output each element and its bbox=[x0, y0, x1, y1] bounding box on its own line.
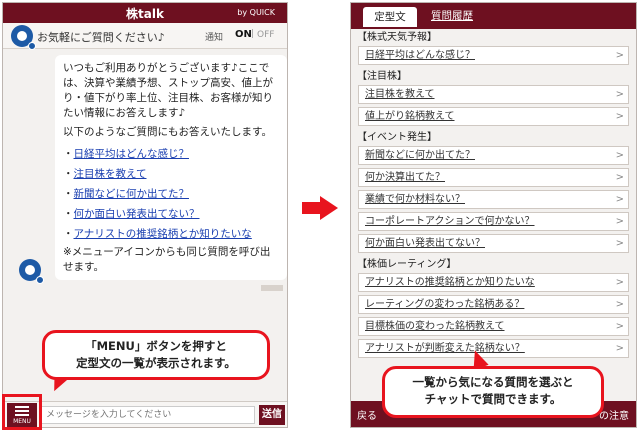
chevron-right-icon: > bbox=[615, 172, 624, 183]
question-list: 【株式天気予報】 日経平均はどんな感じ？ > 【注目株】 注目株を教えて > 値上が… bbox=[351, 29, 636, 361]
suggested-questions: ・日経平均はどんな感じ？ ・注目株を教えて ・新聞などに何か出てた？ ・何か面白… bbox=[63, 144, 279, 244]
list-item: ・アナリストの推奨銘柄とか知りたいな bbox=[63, 228, 252, 240]
chat-input-bar: MENU 送信 bbox=[3, 401, 287, 427]
chevron-right-icon: > bbox=[615, 216, 624, 227]
question-item[interactable]: 新聞などに何か出てた？ > bbox=[358, 146, 629, 165]
list-item: ・何か面白い発表出てない？ bbox=[63, 208, 200, 220]
chevron-right-icon: > bbox=[615, 111, 624, 122]
caution-link[interactable]: の注意 bbox=[599, 407, 629, 422]
question-item[interactable]: 注目株を教えて > bbox=[358, 85, 629, 104]
menu-callout: 「MENU」ボタンを押すと 定型文の一覧が表示されます。 bbox=[42, 330, 270, 380]
category-heading: 【株式天気予報】 bbox=[357, 32, 437, 43]
question-item[interactable]: 何か面白い発表出てない？ > bbox=[358, 234, 629, 253]
question-item[interactable]: アナリストの推奨銘柄とか知りたいな > bbox=[358, 273, 629, 292]
question-item[interactable]: コーポレートアクションで何かない？ > bbox=[358, 212, 629, 231]
bot-lead-text: 以下のようなご質問にもお答えいたします。 bbox=[63, 126, 272, 138]
question-item[interactable]: アナリストが判断変えた銘柄ない？ > bbox=[358, 339, 629, 358]
list-item: ・日経平均はどんな感じ？ bbox=[63, 148, 190, 160]
notification-on-toggle[interactable]: ON bbox=[235, 29, 252, 40]
bot-intro-text: いつもご利用ありがとうございます♪ここでは、決算や業績予想、ストップ高安、値上が… bbox=[63, 62, 273, 119]
back-link[interactable]: 戻る bbox=[357, 407, 377, 422]
chevron-right-icon: > bbox=[615, 238, 624, 249]
category-heading: 【注目株】 bbox=[357, 71, 407, 82]
message-input[interactable] bbox=[41, 406, 255, 424]
message-timestamp bbox=[261, 285, 283, 291]
suggested-question-link[interactable]: 何か面白い発表出てない？ bbox=[74, 208, 200, 220]
callout-line: チャットで質問できます。 bbox=[424, 392, 562, 406]
app-byline: by QUICK bbox=[237, 8, 275, 17]
tab-bar: 定型文 質問履歴 bbox=[351, 3, 636, 29]
question-item[interactable]: 日経平均はどんな感じ？ > bbox=[358, 46, 629, 65]
category-heading: 【株価レーティング】 bbox=[357, 259, 457, 270]
template-list-screen: 定型文 質問履歴 【株式天気予報】 日経平均はどんな感じ？ > 【注目株】 注目株… bbox=[350, 2, 637, 428]
toggle-separator: | bbox=[251, 29, 255, 39]
question-item[interactable]: 目標株価の変わった銘柄教えて > bbox=[358, 317, 629, 336]
notification-off-toggle[interactable]: OFF bbox=[257, 30, 274, 40]
callout-line: 一覧から気になる質問を選ぶと bbox=[412, 375, 574, 389]
chevron-right-icon: > bbox=[615, 194, 624, 205]
question-item[interactable]: 何か決算出てた？ > bbox=[358, 168, 629, 187]
question-item[interactable]: 値上がり銘柄教えて > bbox=[358, 107, 629, 126]
category-heading: 【イベント発生】 bbox=[357, 132, 437, 143]
tab-question-history[interactable]: 質問履歴 bbox=[431, 8, 473, 23]
tab-fixed-phrases[interactable]: 定型文 bbox=[363, 7, 417, 27]
callout-line: 「MENU」ボタンを押すと bbox=[85, 339, 227, 353]
list-item: ・新聞などに何か出てた？ bbox=[63, 188, 190, 200]
app-header: 株talk by QUICK bbox=[3, 3, 287, 23]
suggested-question-link[interactable]: アナリストの推奨銘柄とか知りたいな bbox=[74, 228, 252, 240]
chat-subheader: お気軽にご質問ください♪ 通知 ON | OFF bbox=[3, 23, 287, 50]
suggested-question-link[interactable]: 注目株を教えて bbox=[74, 168, 147, 180]
chevron-right-icon: > bbox=[615, 299, 624, 310]
menu-highlight-frame bbox=[2, 394, 42, 430]
suggested-question-link[interactable]: 日経平均はどんな感じ？ bbox=[74, 148, 190, 160]
bot-avatar-icon bbox=[19, 259, 44, 284]
right-arrow-icon bbox=[302, 196, 338, 220]
chevron-right-icon: > bbox=[615, 150, 624, 161]
send-button[interactable]: 送信 bbox=[259, 405, 285, 425]
question-item[interactable]: レーティングの変わった銘柄ある？ > bbox=[358, 295, 629, 314]
chevron-right-icon: > bbox=[615, 89, 624, 100]
question-item[interactable]: 業績で何か材料ない？ > bbox=[358, 190, 629, 209]
bot-message-bubble: いつもご利用ありがとうございます♪ここでは、決算や業績予想、ストップ高安、値上が… bbox=[55, 55, 287, 280]
chevron-right-icon: > bbox=[615, 277, 624, 288]
notification-label: 通知 bbox=[205, 33, 224, 43]
greeting-text: お気軽にご質問ください♪ bbox=[37, 31, 165, 44]
select-question-callout: 一覧から気になる質問を選ぶと チャットで質問できます。 bbox=[382, 366, 604, 418]
chevron-right-icon: > bbox=[615, 321, 624, 332]
chevron-right-icon: > bbox=[615, 343, 624, 354]
menu-hint-text: ※メニューアイコンからも同じ質問を呼び出せます。 bbox=[63, 246, 271, 273]
chevron-right-icon: > bbox=[615, 50, 624, 61]
list-item: ・注目株を教えて bbox=[63, 168, 147, 180]
callout-line: 定型文の一覧が表示されます。 bbox=[76, 356, 236, 370]
quick-logo-icon bbox=[11, 25, 36, 50]
suggested-question-link[interactable]: 新聞などに何か出てた？ bbox=[74, 188, 190, 200]
